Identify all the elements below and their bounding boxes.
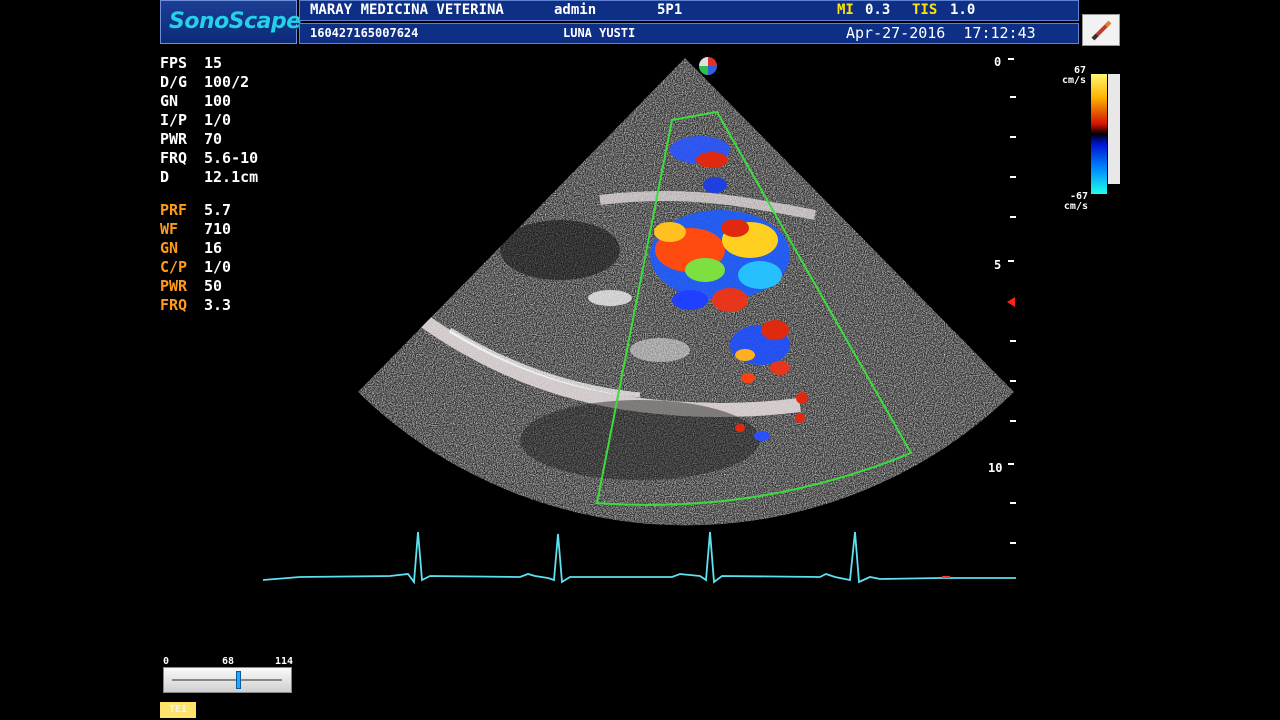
slider-max-label: 114 — [275, 656, 294, 667]
depth-tick — [1008, 58, 1014, 60]
depth-label: 10 — [988, 461, 1003, 475]
slider-thumb[interactable] — [235, 671, 241, 689]
depth-label: 5 — [994, 258, 1002, 272]
ultrasound-image[interactable] — [0, 0, 1280, 720]
slider-track — [172, 679, 282, 681]
depth-tick — [1010, 542, 1016, 544]
depth-tick — [1010, 420, 1016, 422]
color-scale-max: 67 cm/s — [1062, 66, 1086, 86]
gain-slider[interactable] — [163, 667, 292, 693]
color-scale-unit: cm/s — [1062, 75, 1087, 86]
velocity-color-bar — [1091, 74, 1107, 194]
mode-tag[interactable]: TEI — [160, 702, 196, 718]
depth-label: 0 — [994, 55, 1002, 69]
depth-tick — [1010, 340, 1016, 342]
depth-tick — [1010, 216, 1016, 218]
depth-tick — [1010, 136, 1016, 138]
color-scale-unit: cm/s — [1063, 201, 1088, 212]
depth-tick — [1008, 463, 1014, 465]
depth-tick — [1008, 260, 1014, 262]
slider-min-label: 0 — [163, 656, 170, 667]
depth-tick — [1010, 502, 1016, 504]
depth-tick — [1010, 380, 1016, 382]
depth-tick — [1010, 96, 1016, 98]
slider-current-label: 68 — [222, 656, 235, 667]
ecg-trace — [262, 531, 1016, 585]
orientation-marker-icon — [699, 57, 717, 75]
focus-marker-icon — [1007, 297, 1015, 307]
depth-tick — [1010, 176, 1016, 178]
velocity-color-bar-secondary — [1108, 74, 1120, 184]
color-scale-min: -67 cm/s — [1060, 192, 1088, 212]
